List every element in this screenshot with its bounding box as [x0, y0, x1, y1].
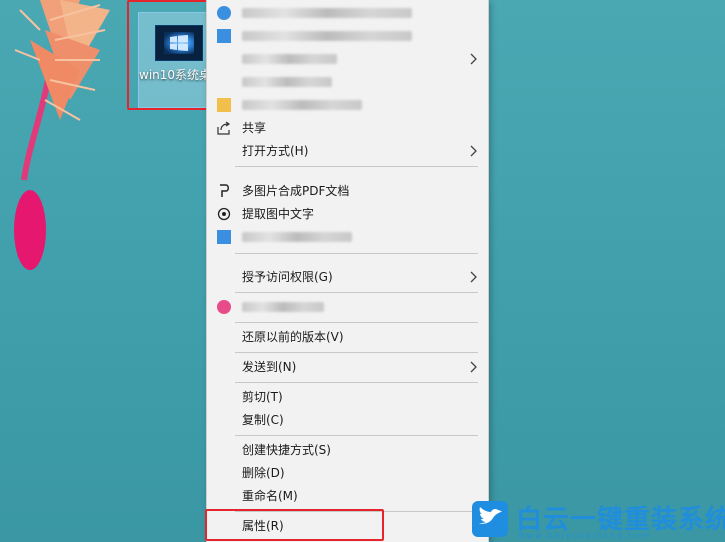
- menu-item-open-with[interactable]: 打开方式(H): [207, 140, 488, 162]
- menu-separator: [235, 253, 478, 254]
- menu-item-blurred[interactable]: [207, 296, 488, 318]
- menu-item-rename[interactable]: 重命名(M): [207, 485, 488, 507]
- menu-separator: [235, 435, 478, 436]
- menu-item-label: 授予访问权限(G): [242, 270, 333, 284]
- folder-icon: [217, 98, 231, 112]
- chevron-right-icon: [470, 271, 477, 283]
- menu-item-label: 复制(C): [242, 413, 284, 427]
- app-icon: [217, 300, 231, 314]
- watermark-url: www.baiyunxitong.com: [518, 531, 652, 540]
- menu-item-label: 多图片合成PDF文档: [242, 184, 350, 198]
- menu-item-create-shortcut[interactable]: 创建快捷方式(S): [207, 439, 488, 461]
- menu-item-blurred[interactable]: [207, 25, 488, 47]
- menu-item-label: 重命名(M): [242, 489, 298, 503]
- menu-item-copy[interactable]: 复制(C): [207, 409, 488, 431]
- app-icon: [217, 6, 231, 20]
- menu-item-send-to[interactable]: 发送到(N): [207, 356, 488, 378]
- menu-item-blurred[interactable]: [207, 94, 488, 116]
- menu-item-label: 发送到(N): [242, 360, 297, 374]
- menu-separator: [235, 166, 478, 167]
- menu-item-grant-access[interactable]: 授予访问权限(G): [207, 266, 488, 288]
- chevron-right-icon: [470, 53, 477, 65]
- context-menu: 共享 打开方式(H) 多图片合成PDF文档 提取图中文字 授予访问权限(G) 还…: [206, 0, 489, 542]
- watermark: 白云一键重装系统 www.baiyunxitong.com: [470, 497, 725, 542]
- flower-wallpaper: [14, 0, 110, 270]
- menu-item-extract-text[interactable]: 提取图中文字: [207, 203, 488, 225]
- menu-item-label: 创建快捷方式(S): [242, 443, 331, 457]
- highlight-box-properties: [205, 509, 384, 541]
- menu-item-delete[interactable]: 删除(D): [207, 462, 488, 484]
- app-icon: [217, 230, 231, 244]
- app-icon: [217, 29, 231, 43]
- menu-item-restore-versions[interactable]: 还原以前的版本(V): [207, 326, 488, 348]
- menu-item-label: 共享: [242, 121, 267, 135]
- menu-item-merge-pdf[interactable]: 多图片合成PDF文档: [207, 180, 488, 202]
- menu-item-label: 还原以前的版本(V): [242, 330, 344, 344]
- menu-item-blurred[interactable]: [207, 71, 488, 93]
- menu-item-blurred[interactable]: [207, 2, 488, 24]
- menu-separator: [235, 322, 478, 323]
- bird-logo-icon: [472, 501, 508, 537]
- menu-separator: [235, 292, 478, 293]
- menu-item-blurred-submenu[interactable]: [207, 48, 488, 70]
- menu-separator: [235, 352, 478, 353]
- menu-item-share[interactable]: 共享: [207, 117, 488, 139]
- menu-item-label: 剪切(T): [242, 390, 283, 404]
- menu-separator: [235, 382, 478, 383]
- menu-item-cut[interactable]: 剪切(T): [207, 386, 488, 408]
- desktop: win10系统桌面.jpg 共享: [0, 0, 725, 542]
- share-icon: [217, 121, 231, 135]
- ocr-icon: [217, 207, 231, 221]
- chevron-right-icon: [470, 145, 477, 157]
- menu-item-label: 打开方式(H): [242, 144, 309, 158]
- menu-item-label: 提取图中文字: [242, 207, 315, 221]
- chevron-right-icon: [470, 361, 477, 373]
- pdf-icon: [220, 184, 229, 197]
- menu-item-label: 删除(D): [242, 466, 285, 480]
- menu-item-blurred[interactable]: [207, 226, 488, 248]
